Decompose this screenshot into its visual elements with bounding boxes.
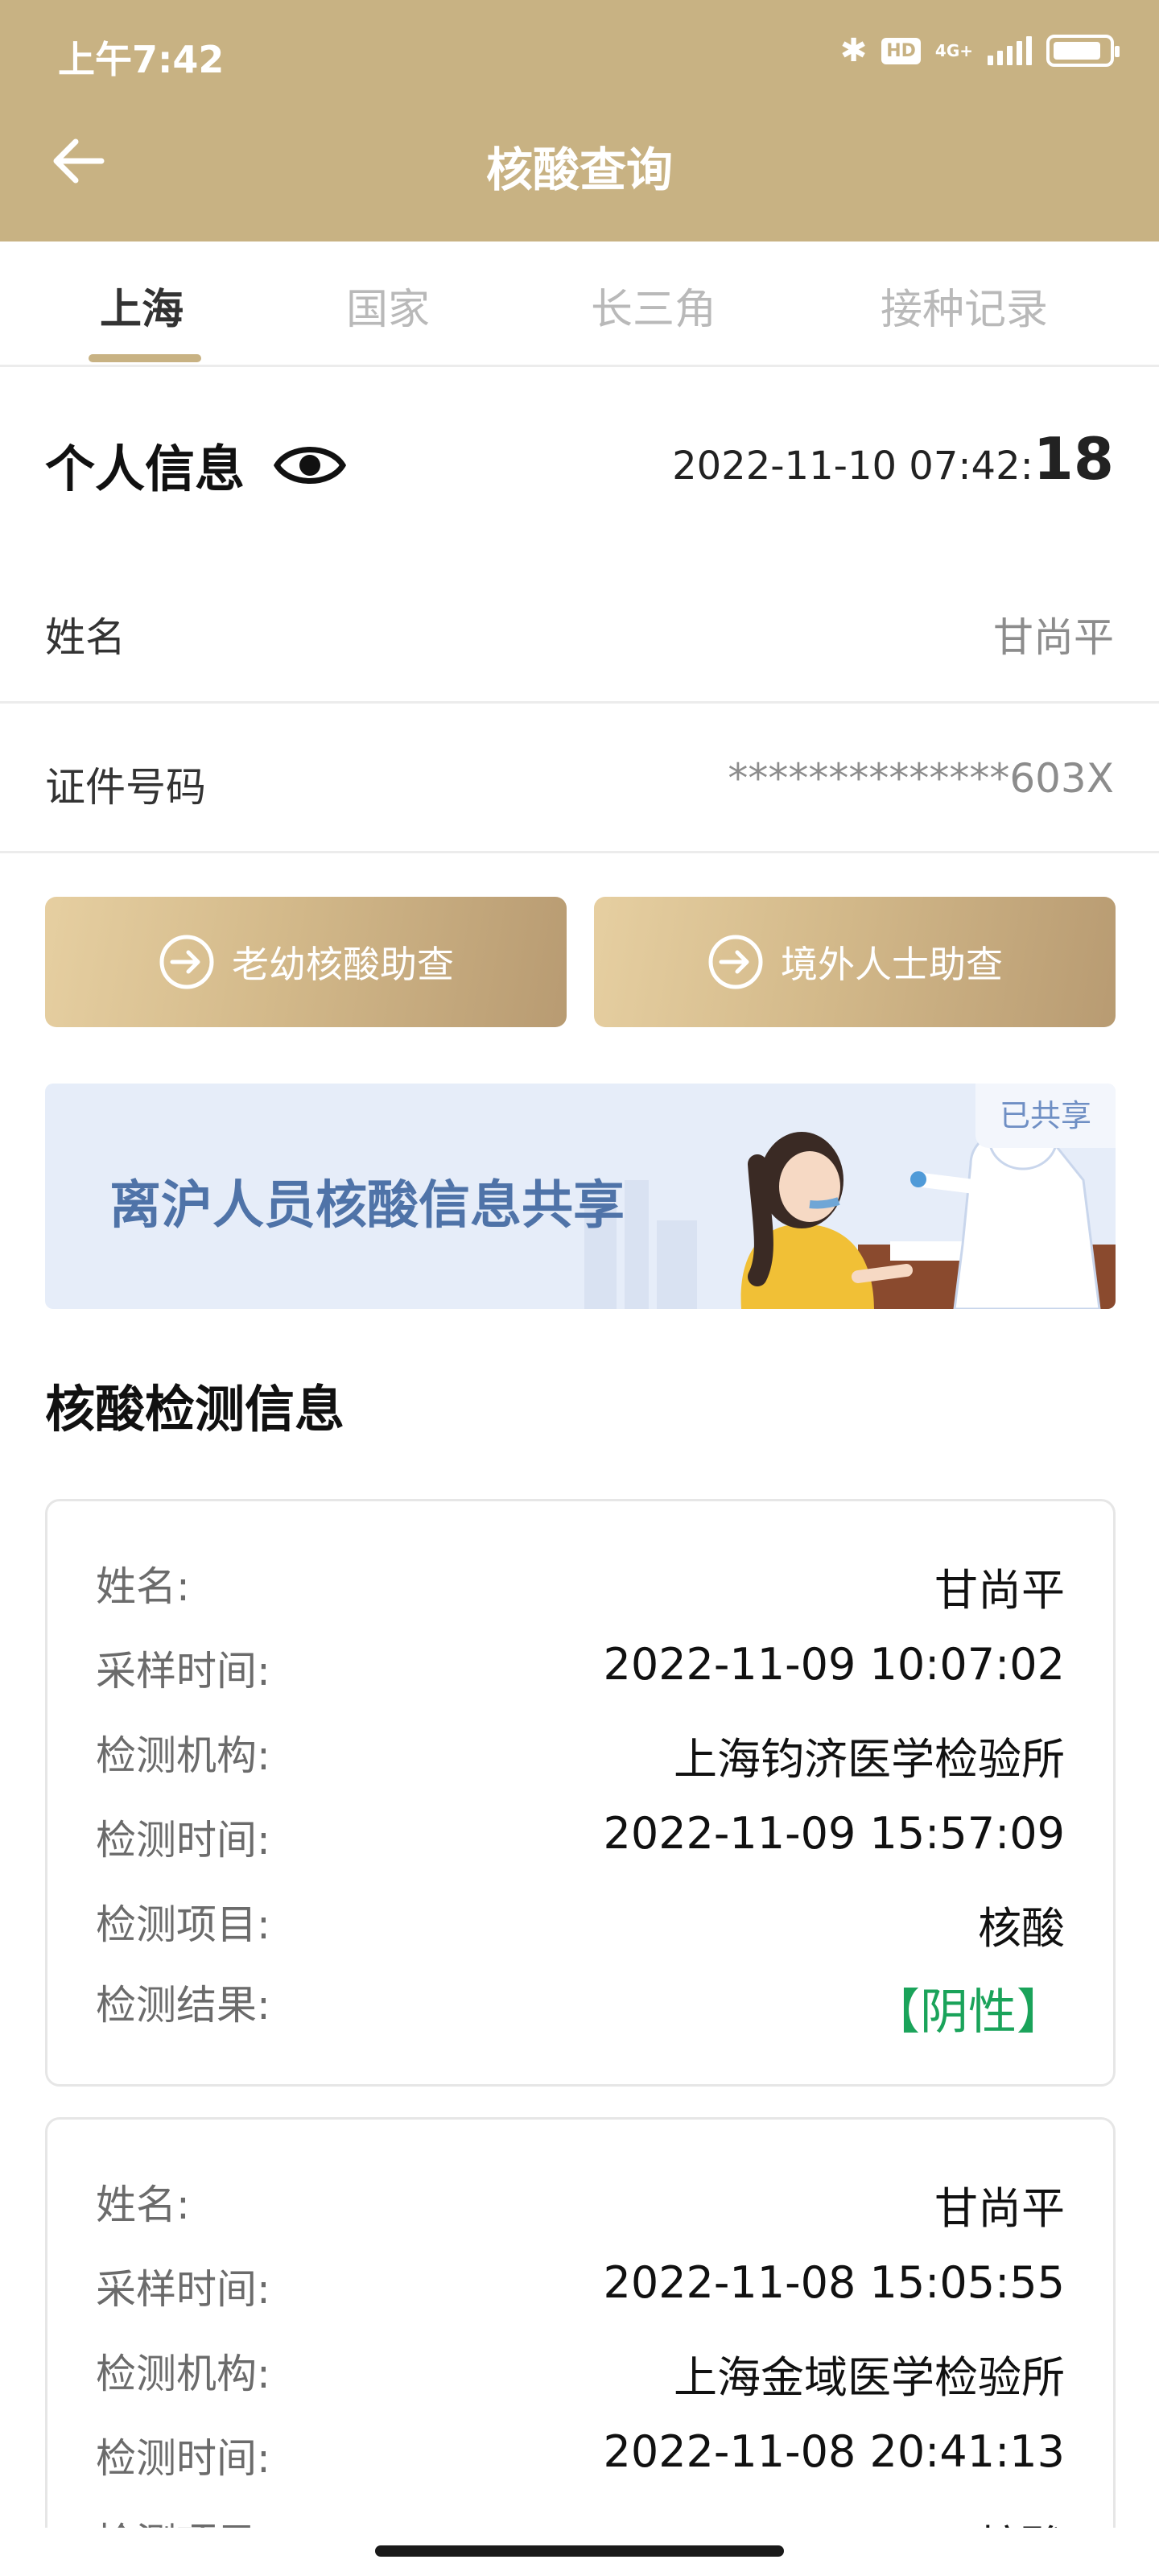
record-item-row: 检测项目: 核酸 [96, 2511, 1065, 2528]
name-value: 甘尚平 [934, 1565, 1065, 1616]
institution-value: 上海金域医学检验所 [674, 2352, 1065, 2403]
record-institution-row: 检测机构: 上海金域医学检验所 [96, 2342, 1065, 2403]
bluetooth-icon: ✱ [839, 32, 868, 69]
id-row: 证件号码 **************603X [0, 705, 1159, 853]
timestamp-seconds: 18 [1033, 425, 1114, 493]
name-value: 甘尚平 [993, 614, 1114, 661]
page-title: 核酸查询 [485, 142, 673, 197]
elderly-child-lookup-label: 老幼核酸助查 [232, 943, 454, 986]
enter-arrow-icon [708, 935, 763, 989]
institution-label: 检测机构: [96, 2351, 270, 2397]
name-value: 甘尚平 [934, 2183, 1065, 2234]
overseas-lookup-button[interactable]: 境外人士助查 [594, 897, 1116, 1027]
record-sample-time-row: 采样时间: 2022-11-08 15:05:55 [96, 2257, 1065, 2314]
test-result-label: 检测结果: [96, 1982, 270, 2029]
name-label: 姓名: [96, 1563, 190, 1610]
status-time: 上午7:42 [58, 38, 225, 81]
test-time-label: 检测时间: [96, 2435, 270, 2482]
region-tabs: 上海 国家 长三角 接种记录 [0, 242, 1159, 367]
eye-icon[interactable] [274, 435, 346, 496]
test-item-label: 检测项目: [96, 1901, 270, 1948]
hd-icon: HD [881, 37, 921, 64]
test-item-value: 核酸 [978, 2511, 1065, 2528]
name-label: 姓名: [96, 2182, 190, 2228]
record-name-row: 姓名: 甘尚平 [96, 2173, 1065, 2234]
test-record-card: 姓名: 甘尚平 采样时间: 2022-11-08 15:05:55 检测机构: … [45, 2117, 1116, 2528]
test-time-label: 检测时间: [96, 1817, 270, 1864]
record-item-row: 检测项目: 核酸 [96, 1893, 1065, 1954]
institution-label: 检测机构: [96, 1732, 270, 1779]
shared-badge: 已共享 [975, 1084, 1116, 1148]
record-name-row: 姓名: 甘尚平 [96, 1554, 1065, 1616]
elderly-child-lookup-button[interactable]: 老幼核酸助查 [45, 897, 567, 1027]
record-result-row: 检测结果: 【阴性】 [96, 1973, 1065, 2041]
network-type-label: 4G+ [934, 41, 973, 60]
name-row: 姓名 甘尚平 [0, 555, 1159, 704]
enter-arrow-icon [159, 935, 214, 989]
sample-time-label: 采样时间: [96, 2266, 270, 2313]
tab-vaccination-record[interactable]: 接种记录 [881, 275, 1048, 336]
record-sample-time-row: 采样时间: 2022-11-09 10:07:02 [96, 1639, 1065, 1695]
id-label: 证件号码 [45, 764, 206, 811]
test-item-label: 检测项目: [96, 2511, 270, 2528]
tab-national[interactable]: 国家 [346, 275, 430, 336]
personal-info-title: 个人信息 [45, 440, 245, 498]
header-bar: 上午7:42 ✱ HD 4G+ 核酸查询 [0, 0, 1159, 242]
test-result-value: 【阴性】 [872, 1984, 1065, 2041]
info-share-banner[interactable]: 离沪人员核酸信息共享 已共享 [45, 1084, 1116, 1309]
tab-shanghai[interactable]: 上海 [100, 275, 184, 336]
sample-time-value: 2022-11-09 10:07:02 [603, 1639, 1065, 1690]
home-indicator[interactable] [375, 2545, 784, 2557]
banner-title: 离沪人员核酸信息共享 [109, 1176, 625, 1236]
test-time-value: 2022-11-08 20:41:13 [603, 2426, 1065, 2477]
signal-icon [988, 36, 1032, 65]
institution-value: 上海钧济医学检验所 [674, 1734, 1065, 1785]
status-icons: ✱ HD 4G+ [839, 32, 1120, 69]
test-record-card: 姓名: 甘尚平 采样时间: 2022-11-09 10:07:02 检测机构: … [45, 1499, 1116, 2087]
record-test-time-row: 检测时间: 2022-11-08 20:41:13 [96, 2426, 1065, 2483]
overseas-lookup-label: 境外人士助查 [781, 943, 1003, 986]
timestamp-main: 2022-11-10 07:42: [672, 444, 1033, 489]
record-test-time-row: 检测时间: 2022-11-09 15:57:09 [96, 1808, 1065, 1864]
tab-yangtze-delta[interactable]: 长三角 [591, 275, 716, 336]
test-info-section-title: 核酸检测信息 [45, 1380, 345, 1439]
sample-time-label: 采样时间: [96, 1648, 270, 1695]
record-institution-row: 检测机构: 上海钧济医学检验所 [96, 1724, 1065, 1785]
query-timestamp: 2022-11-10 07:42:18 [672, 425, 1114, 493]
test-time-value: 2022-11-09 15:57:09 [603, 1808, 1065, 1859]
active-tab-indicator [89, 354, 201, 362]
test-item-value: 核酸 [978, 1903, 1065, 1954]
name-label: 姓名 [45, 614, 126, 661]
sample-time-value: 2022-11-08 15:05:55 [603, 2257, 1065, 2308]
battery-icon [1046, 35, 1120, 67]
id-value: **************603X [728, 755, 1114, 802]
